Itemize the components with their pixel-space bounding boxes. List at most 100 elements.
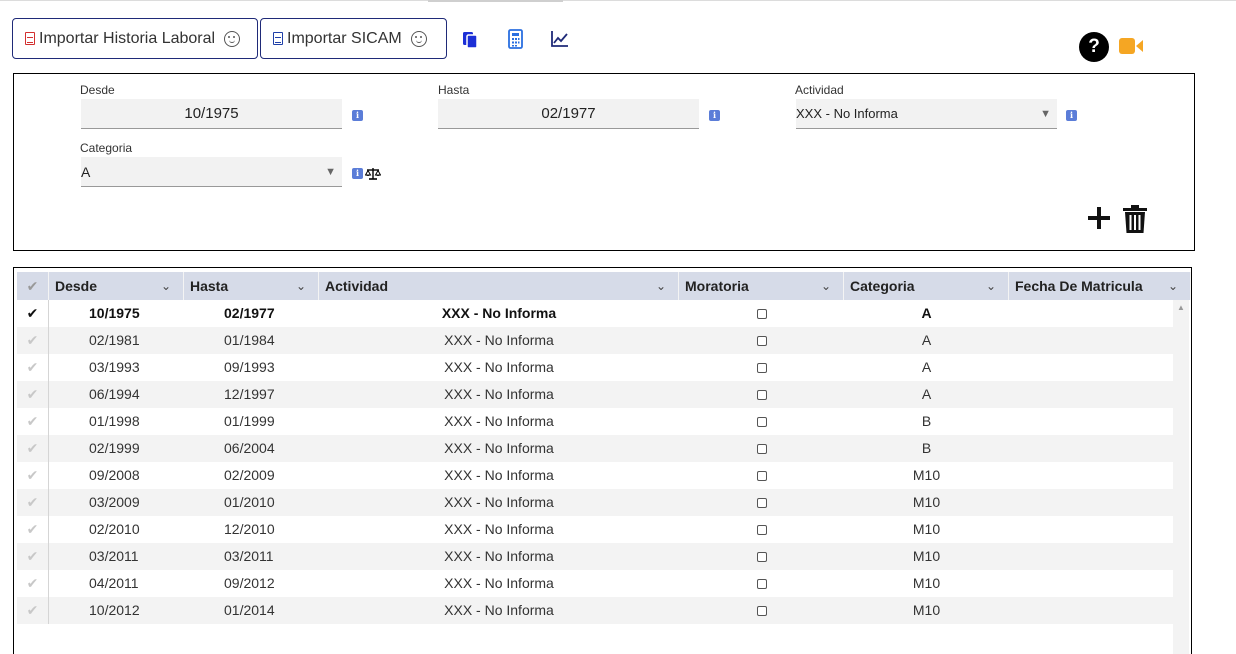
table-row[interactable]: ✔ 02/2010 12/2010 XXX - No Informa M10	[17, 516, 1174, 543]
table-row[interactable]: ✔ 03/2011 03/2011 XXX - No Informa M10	[17, 543, 1174, 570]
column-header-hasta[interactable]: Hasta ⌄	[184, 272, 319, 300]
chevron-down-icon[interactable]: ⌄	[161, 272, 171, 300]
import-historia-laboral-button[interactable]: Importar Historia Laboral	[12, 18, 258, 59]
table-row[interactable]: ✔ 03/1993 09/1993 XXX - No Informa A	[17, 354, 1174, 381]
cell-hasta: 03/2011	[224, 548, 274, 564]
hasta-info-icon[interactable]: i	[709, 110, 720, 121]
moratoria-checkbox[interactable]	[756, 552, 767, 563]
cell-actividad: XXX - No Informa	[444, 602, 554, 618]
row-check-icon[interactable]: ✔	[17, 381, 49, 408]
row-check-icon[interactable]: ✔	[17, 570, 49, 597]
check-icon: ✔	[26, 278, 39, 294]
moratoria-checkbox[interactable]	[756, 498, 767, 509]
column-header-desde[interactable]: Desde ⌄	[49, 272, 184, 300]
calculator-icon[interactable]	[506, 29, 526, 49]
table-row[interactable]: ✔ 02/1999 06/2004 XXX - No Informa B	[17, 435, 1174, 462]
moratoria-checkbox[interactable]	[756, 417, 767, 428]
moratoria-checkbox[interactable]	[756, 471, 767, 482]
moratoria-checkbox[interactable]	[756, 390, 767, 401]
cell-moratoria	[679, 489, 844, 516]
cell-hasta: 12/1997	[224, 386, 275, 402]
help-icon[interactable]: ?	[1079, 32, 1109, 62]
balance-scale-icon[interactable]	[365, 167, 381, 181]
cell-moratoria	[679, 300, 844, 327]
cell-moratoria	[679, 543, 844, 570]
column-header-categoria[interactable]: Categoria ⌄	[844, 272, 1009, 300]
chart-line-icon[interactable]	[550, 29, 570, 49]
row-check-icon[interactable]: ✔	[17, 435, 49, 462]
video-camera-icon[interactable]	[1119, 37, 1145, 55]
chevron-down-icon[interactable]: ⌄	[821, 272, 831, 300]
chevron-down-icon[interactable]: ⌄	[986, 272, 996, 300]
table-row[interactable]: ✔ 06/1994 12/1997 XXX - No Informa A	[17, 381, 1174, 408]
row-check-icon[interactable]: ✔	[17, 408, 49, 435]
copy-icon[interactable]	[460, 29, 480, 49]
desde-input[interactable]: 10/1975	[81, 99, 342, 129]
cell-actividad: XXX - No Informa	[444, 386, 554, 402]
row-check-icon[interactable]: ✔	[17, 354, 49, 381]
moratoria-checkbox[interactable]	[756, 363, 767, 374]
cell-categoria: M10	[912, 467, 941, 483]
cell-desde: 02/2010	[89, 521, 140, 537]
chevron-down-icon[interactable]: ⌄	[1168, 272, 1178, 300]
cell-hasta: 06/2004	[224, 440, 275, 456]
moratoria-checkbox[interactable]	[756, 309, 767, 320]
actividad-select[interactable]: XXX - No Informa ▼	[796, 99, 1057, 129]
import-sicam-button[interactable]: Importar SICAM	[260, 18, 447, 59]
cell-fecha-matricula	[1009, 327, 1174, 354]
table-row[interactable]: ✔ 10/2012 01/2014 XXX - No Informa M10	[17, 597, 1174, 624]
cell-actividad: XXX - No Informa	[441, 305, 557, 321]
cell-categoria: M10	[912, 494, 941, 510]
table-row[interactable]: ✔ 10/1975 02/1977 XXX - No Informa A	[17, 300, 1174, 327]
cell-actividad: XXX - No Informa	[444, 440, 554, 456]
moratoria-checkbox[interactable]	[756, 444, 767, 455]
table-row[interactable]: ✔ 03/2009 01/2010 XXX - No Informa M10	[17, 489, 1174, 516]
moratoria-checkbox[interactable]	[756, 579, 767, 590]
scroll-up-icon[interactable]: ▲	[1177, 303, 1185, 312]
actividad-info-icon[interactable]: i	[1066, 110, 1077, 121]
chevron-down-icon[interactable]: ⌄	[296, 272, 306, 300]
desde-info-icon[interactable]: i	[352, 110, 363, 121]
row-check-icon[interactable]: ✔	[17, 462, 49, 489]
vertical-scrollbar[interactable]: ▲	[1173, 300, 1189, 654]
chevron-down-icon[interactable]: ⌄	[656, 272, 666, 300]
cell-moratoria	[679, 354, 844, 381]
cell-hasta: 01/1984	[224, 332, 275, 348]
hasta-input[interactable]: 02/1977	[438, 99, 699, 129]
cell-desde: 04/2011	[89, 575, 139, 591]
column-header-moratoria[interactable]: Moratoria ⌄	[679, 272, 844, 300]
trash-icon[interactable]	[1122, 204, 1148, 234]
cell-categoria: M10	[912, 602, 941, 618]
select-all-checkmark[interactable]: ✔	[17, 272, 49, 300]
categoria-select[interactable]: A ▼	[81, 157, 342, 187]
cell-fecha-matricula	[1009, 516, 1174, 543]
row-check-icon[interactable]: ✔	[17, 516, 49, 543]
cell-actividad: XXX - No Informa	[444, 494, 554, 510]
grid-header: ✔ Desde ⌄ Hasta ⌄ Actividad ⌄ Moratoria …	[17, 272, 1191, 300]
cell-desde: 10/1975	[89, 305, 140, 321]
table-row[interactable]: ✔ 09/2008 02/2009 XXX - No Informa M10	[17, 462, 1174, 489]
cell-desde: 03/1993	[89, 359, 140, 375]
table-row[interactable]: ✔ 04/2011 09/2012 XXX - No Informa M10	[17, 570, 1174, 597]
add-icon[interactable]	[1086, 205, 1112, 231]
column-label: Hasta	[190, 278, 229, 294]
row-check-icon[interactable]: ✔	[17, 543, 49, 570]
import-sicam-label: Importar SICAM	[287, 29, 402, 47]
table-row[interactable]: ✔ 02/1981 01/1984 XXX - No Informa A	[17, 327, 1174, 354]
cell-hasta: 01/1999	[224, 413, 275, 429]
moratoria-checkbox[interactable]	[756, 525, 767, 536]
cell-categoria: A	[921, 305, 932, 321]
row-check-icon[interactable]: ✔	[17, 327, 49, 354]
row-check-icon[interactable]: ✔	[17, 300, 49, 327]
categoria-info-icon[interactable]: i	[352, 168, 363, 179]
row-check-icon[interactable]: ✔	[17, 489, 49, 516]
cell-moratoria	[679, 462, 844, 489]
table-row[interactable]: ✔ 01/1998 01/1999 XXX - No Informa B	[17, 408, 1174, 435]
column-header-fecha-matricula[interactable]: Fecha De Matricula ⌄	[1009, 272, 1191, 300]
moratoria-checkbox[interactable]	[756, 606, 767, 617]
chevron-down-icon: ▼	[325, 165, 336, 178]
column-header-actividad[interactable]: Actividad ⌄	[319, 272, 679, 300]
moratoria-checkbox[interactable]	[756, 336, 767, 347]
cell-fecha-matricula	[1009, 543, 1174, 570]
row-check-icon[interactable]: ✔	[17, 597, 49, 624]
